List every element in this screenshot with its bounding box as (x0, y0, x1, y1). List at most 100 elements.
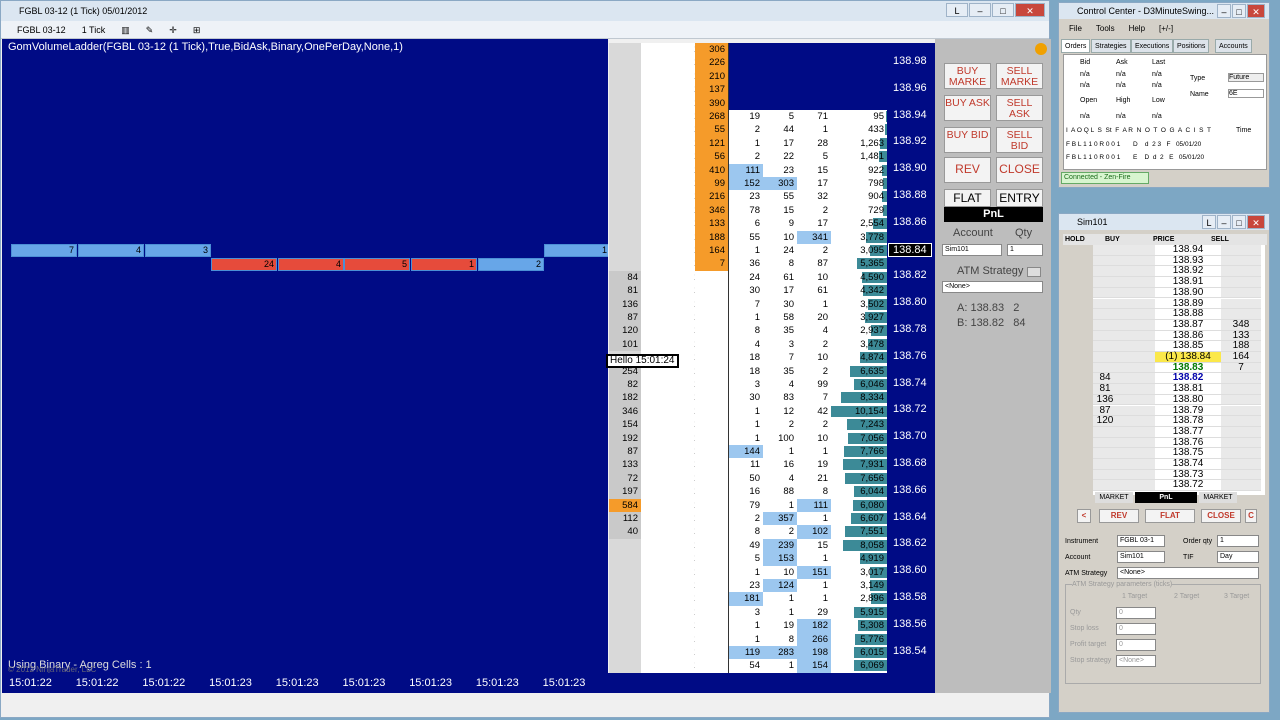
entry-button[interactable]: ENTRY (996, 189, 1043, 207)
buy-cell[interactable] (1117, 469, 1155, 481)
hold-cell[interactable] (1093, 309, 1117, 320)
sell-cell[interactable] (1221, 277, 1261, 288)
buy-cell[interactable] (1117, 277, 1155, 288)
restore-icon[interactable]: L (946, 3, 968, 17)
hold-cell[interactable] (1093, 330, 1117, 342)
stop-loss-field[interactable]: 0 (1116, 623, 1156, 635)
sell-cell[interactable] (1221, 416, 1261, 427)
cc-menu-item[interactable]: File (1069, 21, 1082, 37)
main-title-bar[interactable]: FGBL 03-12 (1 Tick) 05/01/2012 (1, 1, 1049, 21)
cc-tab[interactable]: Executions (1131, 39, 1174, 53)
sim-account-select[interactable]: Sim101 (1117, 551, 1165, 563)
sell-cell[interactable]: 7 (1221, 362, 1261, 374)
order-row-2[interactable]: F B L 1 1 0 R 0 0 1 E D d 2 E 05/01/20 (1066, 154, 1204, 161)
rev-button[interactable]: REV (944, 157, 991, 183)
sell-cell[interactable] (1221, 298, 1261, 310)
buy-cell[interactable] (1117, 298, 1155, 310)
hold-cell[interactable]: 120 (1093, 415, 1117, 427)
hold-cell[interactable] (1093, 287, 1117, 299)
buy-bid-button[interactable]: BUY BID (944, 127, 991, 153)
crosshair-icon[interactable]: ✛ (169, 21, 177, 39)
cc-menu-item[interactable]: Help (1129, 21, 1145, 37)
chart-panel[interactable]: GomVolumeLadder(FGBL 03-12 (1 Tick),True… (2, 39, 608, 673)
buy-cell[interactable] (1117, 448, 1155, 459)
buy-cell[interactable] (1117, 245, 1155, 256)
cc-tab[interactable]: Accounts (1215, 39, 1252, 53)
close-icon[interactable]: ✕ (1015, 3, 1045, 17)
sell-cell[interactable] (1221, 426, 1261, 438)
atm-strategy-select[interactable]: <None> (942, 281, 1043, 293)
zoom-icon[interactable]: ⊞ (193, 21, 201, 39)
hold-cell[interactable] (1093, 448, 1117, 459)
qty-input[interactable]: 1 (1007, 244, 1043, 256)
sim-action-0-button[interactable]: < (1077, 509, 1091, 523)
stop-strategy-select[interactable]: <None> (1116, 655, 1156, 667)
target-2-radio[interactable]: 2 Target (1174, 593, 1199, 600)
hold-cell[interactable] (1093, 266, 1117, 278)
buy-market-button[interactable]: BUY MARKE (944, 63, 991, 89)
close-icon[interactable]: ✕ (1247, 4, 1265, 18)
sell-cell[interactable] (1221, 255, 1261, 267)
cc-tab[interactable]: Positions (1173, 39, 1210, 53)
market-sell-button[interactable]: MARKET (1199, 492, 1237, 503)
hold-cell[interactable] (1093, 426, 1117, 438)
sell-bid-button[interactable]: SELL BID (996, 127, 1043, 153)
buy-cell[interactable] (1117, 255, 1155, 267)
maximize-icon[interactable]: □ (992, 3, 1014, 17)
sell-ask-button[interactable]: SELL ASK (996, 95, 1043, 121)
order-row-1[interactable]: F B L 1 1 0 R 0 0 1 D d 2 3 F 05/01/20 (1066, 141, 1201, 148)
buy-cell[interactable] (1117, 437, 1155, 449)
buy-cell[interactable] (1117, 287, 1155, 299)
buy-cell[interactable] (1117, 394, 1155, 406)
sell-cell[interactable] (1221, 266, 1261, 278)
hold-cell[interactable] (1093, 341, 1117, 352)
sell-cell[interactable] (1221, 384, 1261, 395)
name-value[interactable]: 6E (1228, 89, 1264, 98)
account-select[interactable]: Sim101 (942, 244, 1002, 256)
market-buy-button[interactable]: MARKET (1095, 492, 1133, 503)
interval-selector[interactable]: 1 Tick (82, 21, 106, 39)
sell-cell[interactable] (1221, 287, 1261, 299)
sell-cell[interactable] (1221, 469, 1261, 481)
sell-cell[interactable] (1221, 459, 1261, 470)
buy-cell[interactable] (1117, 266, 1155, 278)
hold-cell[interactable] (1093, 480, 1117, 492)
close-button[interactable]: CLOSE (996, 157, 1043, 183)
buy-cell[interactable] (1117, 309, 1155, 320)
hold-cell[interactable] (1093, 255, 1117, 267)
type-value[interactable]: Future (1228, 73, 1264, 82)
minimize-icon[interactable]: – (969, 3, 991, 17)
sim-action-2-button[interactable]: FLAT (1145, 509, 1195, 523)
buy-cell[interactable] (1117, 416, 1155, 427)
instrument-select[interactable]: FGBL 03-1 (1117, 535, 1165, 547)
buy-cell[interactable] (1117, 362, 1155, 374)
hold-cell[interactable] (1093, 245, 1117, 256)
pencil-icon[interactable]: ✎ (146, 21, 154, 39)
buy-cell[interactable] (1117, 405, 1155, 417)
hold-cell[interactable] (1093, 277, 1117, 288)
minimize-icon[interactable]: – (1217, 215, 1231, 229)
buy-cell[interactable] (1117, 426, 1155, 438)
cc-menu-item[interactable]: [+/-] (1159, 21, 1173, 37)
hold-cell[interactable] (1093, 469, 1117, 481)
sell-market-button[interactable]: SELL MARKE (996, 63, 1043, 89)
buy-ask-button[interactable]: BUY ASK (944, 95, 991, 121)
buy-cell[interactable] (1117, 319, 1155, 331)
sell-cell[interactable] (1221, 437, 1261, 449)
sim-atm-select[interactable]: <None> (1117, 567, 1259, 579)
buy-cell[interactable] (1117, 352, 1155, 363)
hold-cell[interactable] (1093, 459, 1117, 470)
maximize-icon[interactable]: □ (1232, 4, 1246, 18)
maximize-icon[interactable]: □ (1232, 215, 1246, 229)
sell-cell[interactable] (1221, 480, 1261, 492)
cc-menu-item[interactable]: Tools (1096, 21, 1115, 37)
bar-chart-icon[interactable]: ▥ (121, 21, 130, 39)
sim-action-4-button[interactable]: C (1245, 509, 1257, 523)
close-icon[interactable]: ✕ (1247, 215, 1265, 229)
hold-cell[interactable] (1093, 319, 1117, 331)
hold-cell[interactable]: 136 (1093, 394, 1117, 406)
cc-tab[interactable]: Strategies (1091, 39, 1131, 53)
order-qty-input[interactable]: 1 (1217, 535, 1259, 547)
cc-tab[interactable]: Orders (1061, 39, 1091, 53)
qty-field[interactable]: 0 (1116, 607, 1156, 619)
